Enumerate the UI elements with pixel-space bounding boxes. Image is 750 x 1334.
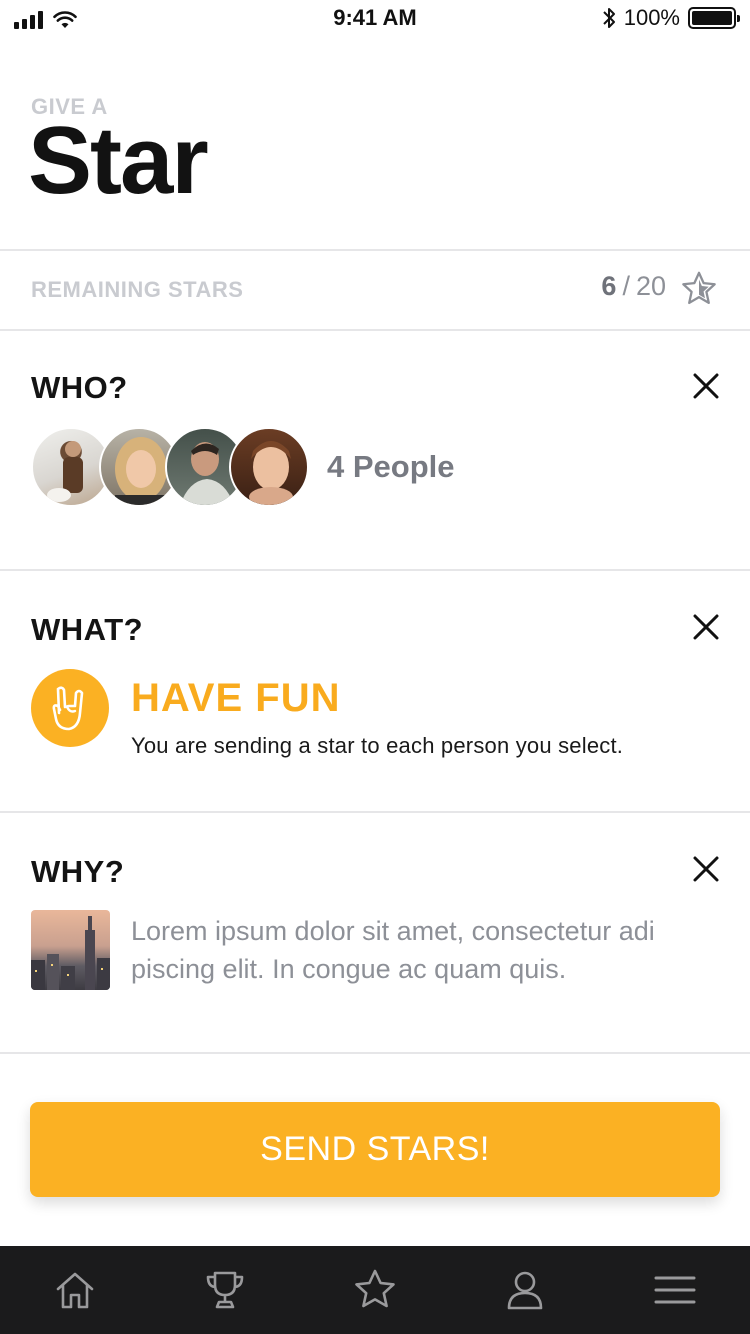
remaining-stars-label: REMAINING STARS — [31, 277, 244, 302]
tab-home[interactable] — [45, 1260, 105, 1320]
close-icon[interactable] — [690, 853, 722, 885]
divider — [0, 1052, 750, 1054]
city-skyline-image — [31, 916, 110, 990]
what-title: WHAT? — [31, 612, 144, 647]
trophy-icon — [206, 1271, 244, 1309]
people-count: 4 People — [327, 449, 455, 484]
divider — [0, 811, 750, 813]
remaining-current: 6 — [601, 271, 617, 301]
divider — [0, 249, 750, 251]
remaining-stars-count: 6 / 20 — [601, 271, 666, 302]
send-stars-button[interactable]: SEND STARS! — [30, 1102, 720, 1197]
status-right: 100% — [602, 5, 740, 31]
battery-icon — [688, 7, 740, 29]
status-bar: 9:41 AM 100% — [0, 0, 750, 40]
avatar[interactable] — [229, 427, 309, 507]
divider — [0, 329, 750, 331]
rock-hand-icon — [31, 669, 109, 747]
page-title: Star — [28, 107, 209, 214]
avatar-group[interactable] — [31, 427, 311, 509]
remaining-separator: / — [622, 271, 630, 301]
divider — [0, 569, 750, 571]
avatar-photo — [249, 441, 293, 505]
tab-menu[interactable] — [645, 1260, 705, 1320]
what-option-title: HAVE FUN — [131, 676, 341, 720]
who-title: WHO? — [31, 370, 128, 405]
why-title: WHY? — [31, 854, 125, 889]
menu-icon — [654, 1276, 696, 1304]
why-message[interactable]: Lorem ipsum dolor sit amet, consectetur … — [131, 912, 731, 988]
home-icon — [56, 1272, 94, 1309]
star-icon — [355, 1269, 395, 1308]
close-icon[interactable] — [690, 611, 722, 643]
bluetooth-icon — [603, 8, 615, 28]
tab-star[interactable] — [345, 1260, 405, 1320]
tab-trophy[interactable] — [195, 1260, 255, 1320]
why-photo[interactable] — [31, 910, 110, 990]
remaining-total: 20 — [635, 271, 666, 301]
tab-profile[interactable] — [495, 1260, 555, 1320]
what-description: You are sending a star to each person yo… — [131, 733, 624, 758]
profile-icon — [507, 1271, 543, 1310]
battery-percent: 100% — [623, 5, 680, 30]
star-badge-icon — [682, 271, 716, 305]
tab-bar — [0, 1246, 750, 1334]
close-icon[interactable] — [690, 370, 722, 402]
